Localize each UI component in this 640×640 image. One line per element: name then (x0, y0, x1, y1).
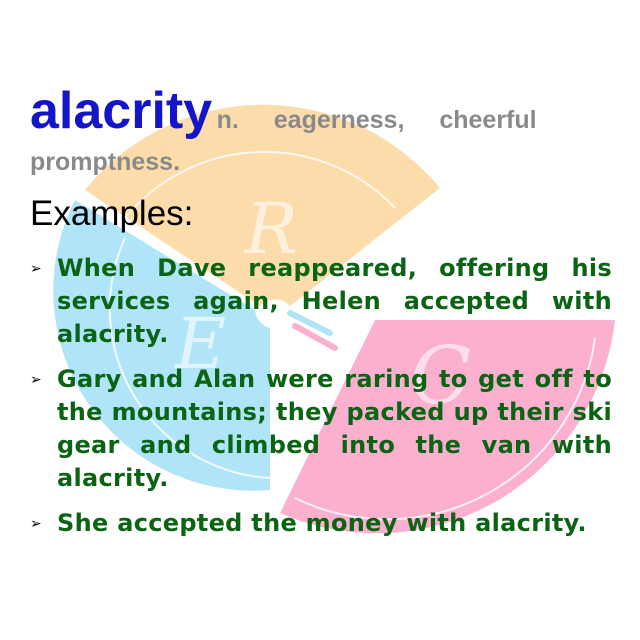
definition-text: n. eagerness, cheerful (216, 106, 537, 134)
arrowhead-bullet-icon: ➢ (30, 515, 42, 531)
arrowhead-bullet-icon: ➢ (30, 260, 42, 276)
examples-list: ➢ When Dave reappeared, offering his serv… (30, 252, 612, 552)
vocabulary-word: alacrity (30, 82, 213, 140)
definition-text-continued: promptness. (30, 148, 181, 176)
example-text: She accepted the money with alacrity. (57, 509, 587, 537)
definition-block: alacrity n. eagerness, cheerful (30, 85, 612, 149)
example-text: When Dave reappeared, offering his servi… (57, 254, 612, 348)
example-text: Gary and Alan were raring to get off to … (57, 365, 612, 492)
examples-heading: Examples: (30, 194, 194, 233)
arrowhead-bullet-icon: ➢ (30, 371, 42, 387)
example-item: ➢ When Dave reappeared, offering his serv… (30, 252, 612, 351)
example-item: ➢ Gary and Alan were raring to get off to… (30, 363, 612, 495)
example-item: ➢ She accepted the money with alacrity. (30, 507, 612, 540)
